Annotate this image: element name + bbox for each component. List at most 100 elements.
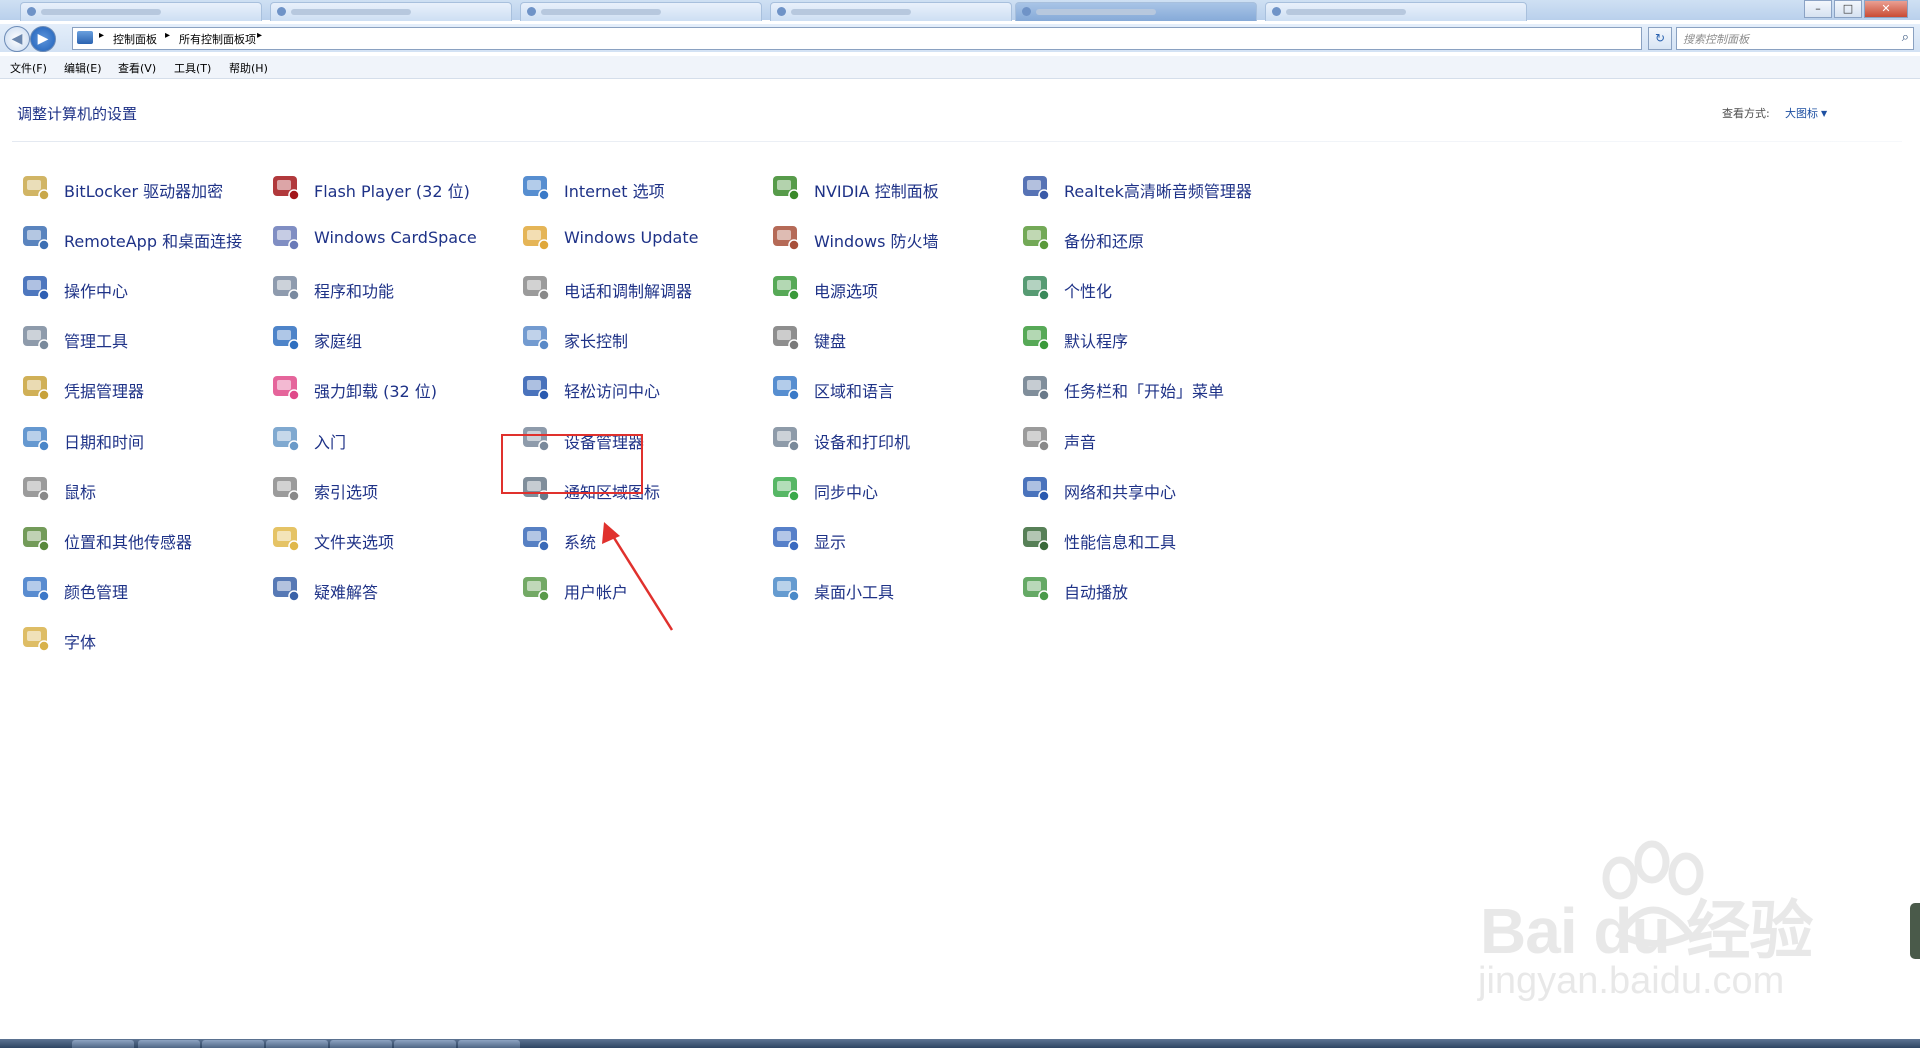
close-button[interactable]: ✕ bbox=[1864, 0, 1908, 18]
control-panel-item-label: 日期和时间 bbox=[64, 432, 145, 452]
control-panel-item[interactable]: 强力卸载 (32 位) bbox=[270, 371, 515, 403]
taskbar-button[interactable] bbox=[202, 1040, 264, 1048]
control-panel-item-label: 系统 bbox=[564, 532, 597, 552]
sound-icon bbox=[1020, 422, 1052, 454]
window-controls: – □ ✕ bbox=[1802, 0, 1908, 18]
browser-tab[interactable] bbox=[270, 2, 512, 21]
taskbar-button[interactable] bbox=[330, 1040, 392, 1048]
refresh-button[interactable]: ↻ bbox=[1648, 27, 1672, 50]
control-panel-item[interactable]: 凭据管理器 bbox=[20, 371, 265, 403]
browser-tab[interactable] bbox=[770, 2, 1012, 21]
browser-tab[interactable] bbox=[520, 2, 762, 21]
control-panel-item[interactable]: 电话和调制解调器 bbox=[520, 271, 765, 303]
breadcrumb-control-panel[interactable]: 控制面板 bbox=[113, 31, 157, 47]
control-panel-item-label: 备份和还原 bbox=[1064, 232, 1145, 252]
control-panel-item[interactable]: 显示 bbox=[770, 522, 1015, 554]
control-panel-item[interactable]: RemoteApp 和桌面连接 bbox=[20, 221, 265, 253]
control-panel-item[interactable]: 位置和其他传感器 bbox=[20, 522, 265, 554]
control-panel-item[interactable]: 自动播放 bbox=[1020, 572, 1265, 604]
control-panel-item[interactable]: 设备和打印机 bbox=[770, 422, 1015, 454]
control-panel-item-label: 电话和调制解调器 bbox=[564, 282, 693, 302]
phone-modem-icon bbox=[520, 271, 552, 303]
side-handle[interactable] bbox=[1910, 903, 1920, 959]
minimize-button[interactable]: – bbox=[1804, 0, 1832, 18]
control-panel-item[interactable]: Windows 防火墙 bbox=[770, 221, 1015, 253]
breadcrumb-all-items[interactable]: 所有控制面板项 bbox=[179, 31, 256, 47]
control-panel-item[interactable]: 字体 bbox=[20, 622, 265, 654]
menu-file[interactable]: 文件(F) bbox=[10, 60, 47, 76]
control-panel-item[interactable]: 家庭组 bbox=[270, 321, 515, 353]
control-panel-item[interactable]: 鼠标 bbox=[20, 472, 265, 504]
control-panel-item[interactable]: 桌面小工具 bbox=[770, 572, 1015, 604]
control-panel-item[interactable]: Realtek高清晰音频管理器 bbox=[1020, 171, 1265, 203]
performance-tools-icon bbox=[1020, 522, 1052, 554]
control-panel-item[interactable]: 电源选项 bbox=[770, 271, 1015, 303]
control-panel-item[interactable]: BitLocker 驱动器加密 bbox=[20, 171, 265, 203]
control-panel-item-label: NVIDIA 控制面板 bbox=[814, 182, 939, 201]
search-input[interactable]: 搜索控制面板 ⌕ bbox=[1676, 27, 1914, 50]
watermark-url: jingyan.baidu.com bbox=[1478, 960, 1785, 1002]
system-icon bbox=[520, 522, 552, 554]
taskbar-button[interactable] bbox=[72, 1040, 134, 1048]
control-panel-item[interactable]: 索引选项 bbox=[270, 472, 515, 504]
control-panel-item[interactable]: 入门 bbox=[270, 422, 515, 454]
control-panel-item-label: 自动播放 bbox=[1064, 582, 1129, 602]
troubleshooting-icon bbox=[270, 572, 302, 604]
control-panel-item-label: 个性化 bbox=[1064, 282, 1113, 302]
control-panel-item[interactable]: 日期和时间 bbox=[20, 422, 265, 454]
maximize-button[interactable]: □ bbox=[1834, 0, 1862, 18]
control-panel-item[interactable]: Windows CardSpace bbox=[270, 221, 515, 253]
magnifier-icon[interactable]: ⌕ bbox=[1902, 30, 1909, 45]
control-panel-item[interactable]: Internet 选项 bbox=[520, 171, 765, 203]
keyboard-icon bbox=[770, 321, 802, 353]
control-panel-item-label: 程序和功能 bbox=[314, 282, 395, 302]
control-panel-item[interactable]: Windows Update bbox=[520, 221, 765, 253]
control-panel-item-label: 字体 bbox=[64, 632, 97, 652]
taskbar-button[interactable] bbox=[266, 1040, 328, 1048]
control-panel-item-label: 声音 bbox=[1064, 432, 1097, 452]
control-panel-item[interactable]: 管理工具 bbox=[20, 321, 265, 353]
browser-tab[interactable] bbox=[1265, 2, 1527, 21]
address-bar[interactable]: ▸ 控制面板 ▸ 所有控制面板项 ▸ bbox=[72, 27, 1642, 50]
control-panel-item[interactable]: 键盘 bbox=[770, 321, 1015, 353]
control-panel-item[interactable]: 程序和功能 bbox=[270, 271, 515, 303]
control-panel-item[interactable]: 默认程序 bbox=[1020, 321, 1265, 353]
control-panel-item[interactable]: 任务栏和「开始」菜单 bbox=[1020, 371, 1265, 403]
control-panel-item[interactable]: 个性化 bbox=[1020, 271, 1265, 303]
menu-help[interactable]: 帮助(H) bbox=[229, 60, 268, 76]
personalization-icon bbox=[1020, 271, 1052, 303]
control-panel-item[interactable]: 疑难解答 bbox=[270, 572, 515, 604]
control-panel-item[interactable]: 性能信息和工具 bbox=[1020, 522, 1265, 554]
breadcrumb-separator: ▸ bbox=[165, 30, 171, 41]
control-panel-item[interactable]: 区域和语言 bbox=[770, 371, 1015, 403]
taskbar-button[interactable] bbox=[394, 1040, 456, 1048]
control-panel-item[interactable]: 颜色管理 bbox=[20, 572, 265, 604]
control-panel-item[interactable]: 系统 bbox=[520, 522, 765, 554]
control-panel-item[interactable]: 用户帐户 bbox=[520, 572, 765, 604]
back-button[interactable]: ◀ bbox=[4, 26, 30, 52]
menu-view[interactable]: 查看(V) bbox=[118, 60, 156, 76]
control-panel-item[interactable]: 网络和共享中心 bbox=[1020, 472, 1265, 504]
taskbar-start-menu-icon bbox=[1020, 371, 1052, 403]
control-panel-item[interactable]: 家长控制 bbox=[520, 321, 765, 353]
forward-button[interactable]: ▶ bbox=[30, 26, 56, 52]
control-panel-item-label: RemoteApp 和桌面连接 bbox=[64, 232, 243, 252]
taskbar-button[interactable] bbox=[458, 1040, 520, 1048]
tab-favicon-icon bbox=[1272, 7, 1281, 16]
taskbar-button[interactable] bbox=[138, 1040, 200, 1048]
control-panel-item[interactable]: NVIDIA 控制面板 bbox=[770, 171, 1015, 203]
color-management-icon bbox=[20, 572, 52, 604]
browser-tab-active[interactable] bbox=[1015, 2, 1257, 21]
menu-edit[interactable]: 编辑(E) bbox=[64, 60, 102, 76]
control-panel-item[interactable]: 轻松访问中心 bbox=[520, 371, 765, 403]
menu-tools[interactable]: 工具(T) bbox=[174, 60, 211, 76]
control-panel-item[interactable]: 文件夹选项 bbox=[270, 522, 515, 554]
control-panel-item[interactable]: 操作中心 bbox=[20, 271, 265, 303]
control-panel-item[interactable]: 同步中心 bbox=[770, 472, 1015, 504]
view-by-dropdown[interactable]: 大图标 ▼ bbox=[1785, 105, 1827, 121]
control-panel-item[interactable]: Flash Player (32 位) bbox=[270, 171, 515, 203]
browser-tab[interactable] bbox=[20, 2, 262, 21]
tab-favicon-icon bbox=[527, 7, 536, 16]
control-panel-item[interactable]: 声音 bbox=[1020, 422, 1265, 454]
control-panel-item[interactable]: 备份和还原 bbox=[1020, 221, 1265, 253]
